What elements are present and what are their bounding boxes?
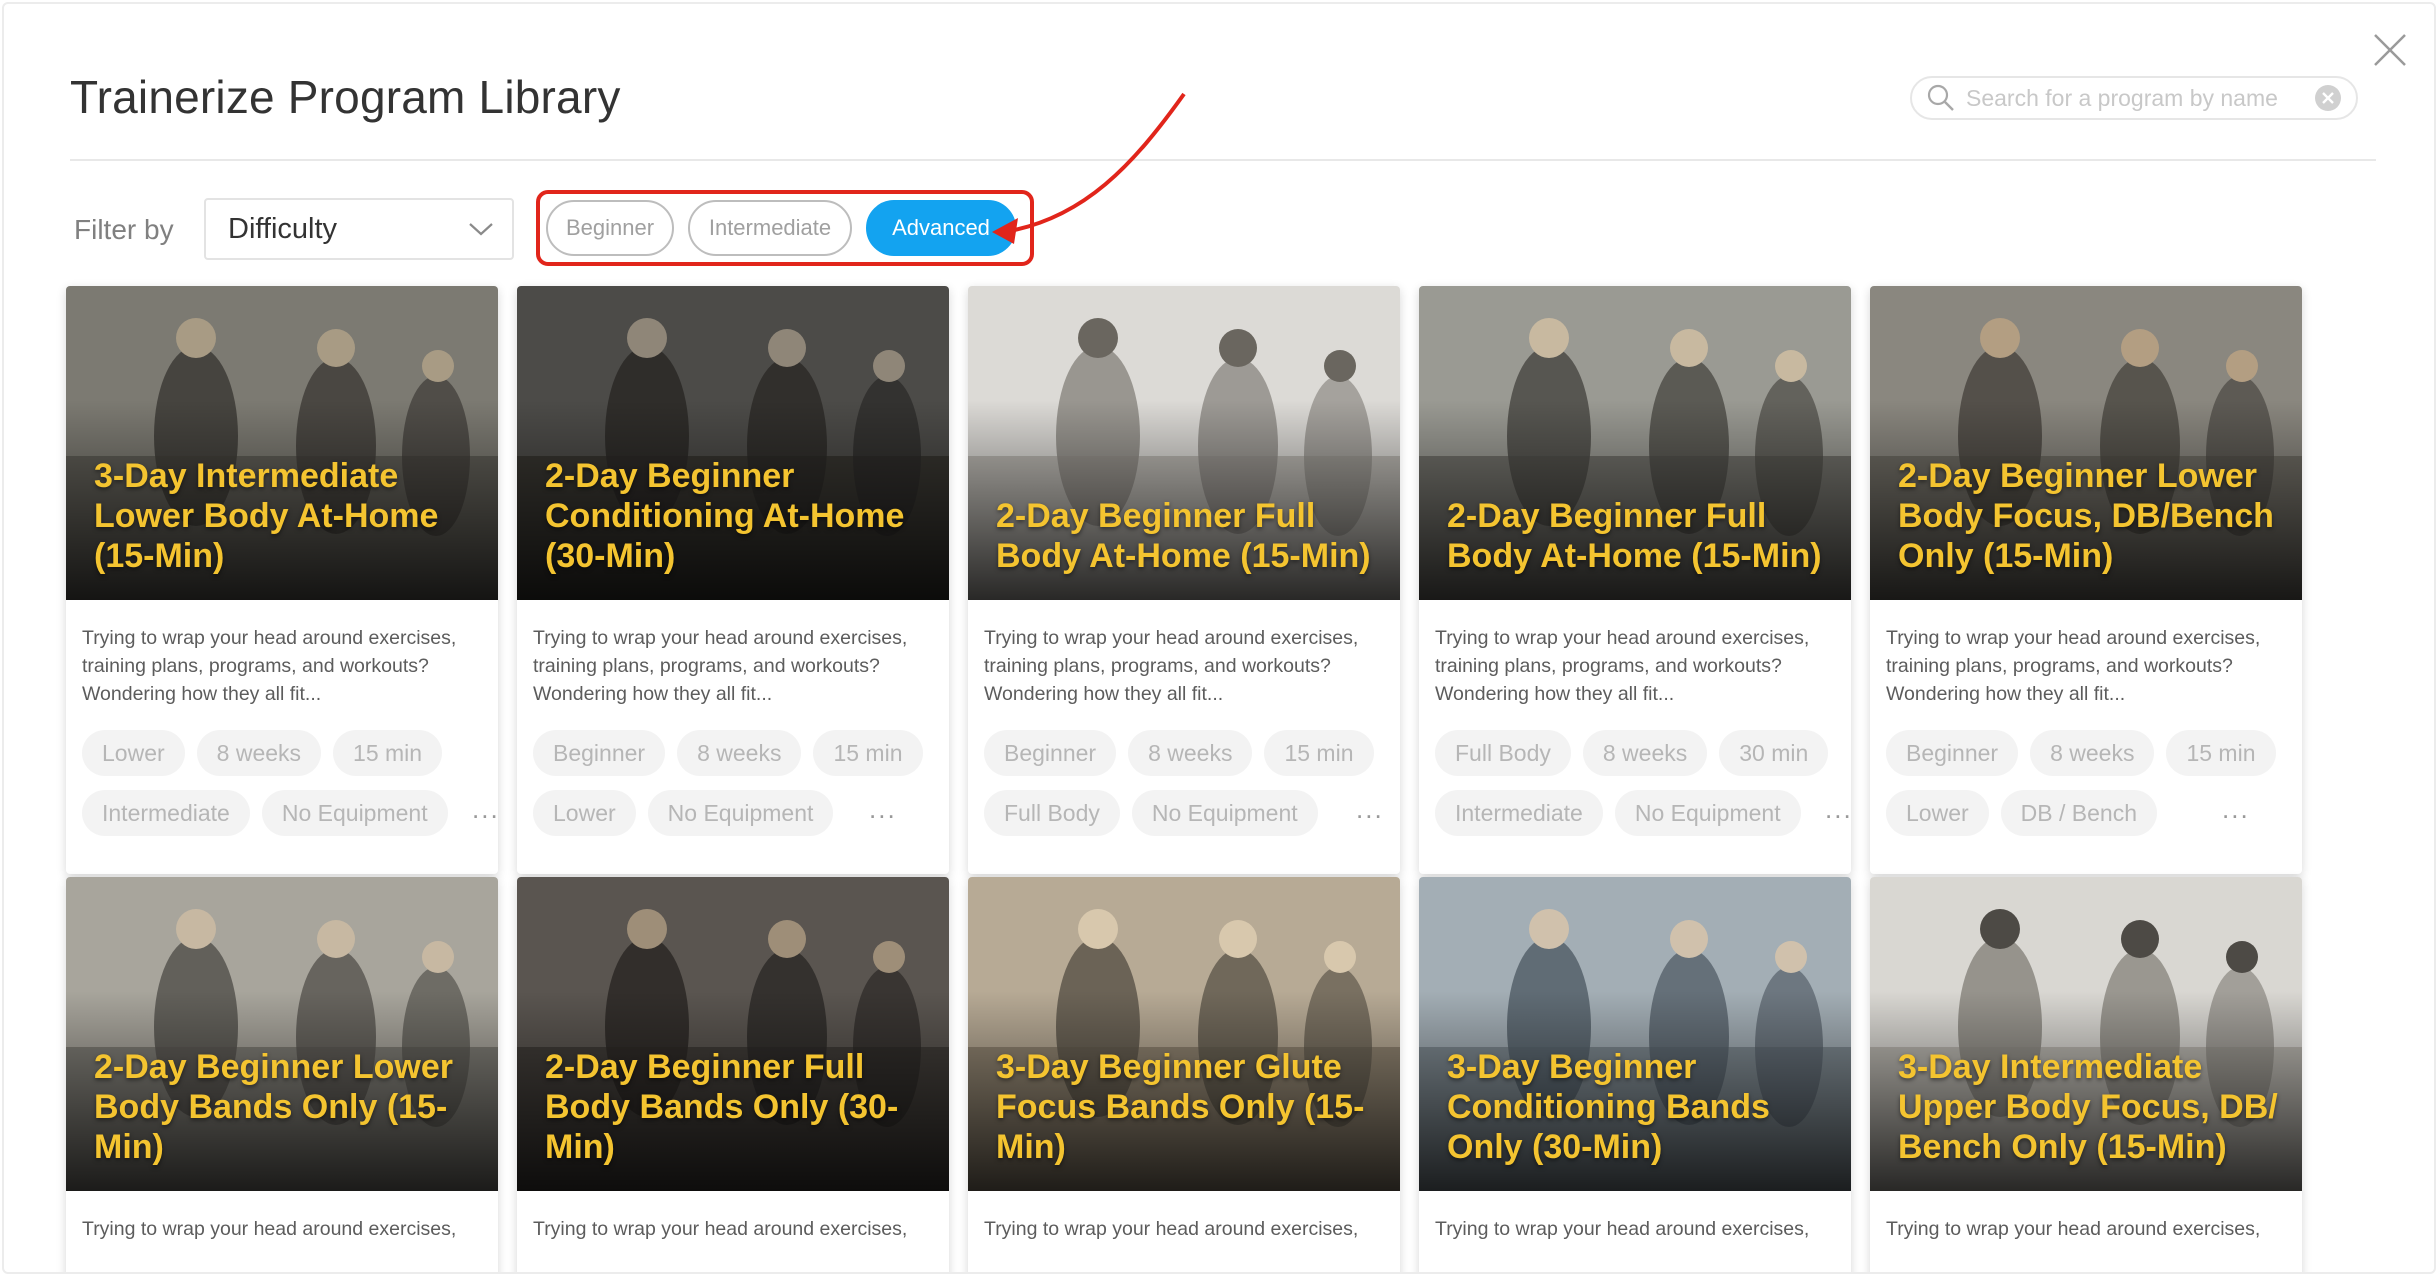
program-image: 3-Day Beginner Conditioning Bands Only (… [1419, 877, 1851, 1191]
more-tags-icon[interactable]: ... [472, 794, 498, 825]
program-description: Trying to wrap your head around exercise… [533, 627, 908, 705]
option-advanced[interactable]: Advanced [866, 200, 1016, 256]
program-tag: Lower [533, 790, 636, 836]
program-card[interactable]: 2-Day Beginner Full Body At-Home (15-Min… [1419, 286, 1851, 874]
program-image: 2-Day Beginner Full Body At-Home (15-Min… [1419, 286, 1851, 600]
program-tag: Lower [82, 730, 185, 776]
program-library-modal: Trainerize Program Library Filter by Dif… [2, 2, 2436, 1274]
search-input[interactable] [1964, 83, 2314, 113]
program-card[interactable]: 2-Day Beginner Conditioning At-Home (30-… [517, 286, 949, 874]
program-tag: 8 weeks [196, 730, 322, 776]
program-tag: Beginner [984, 730, 1117, 776]
header-divider [70, 159, 2376, 161]
program-image: 3-Day Intermediate Upper Body Focus, DB/… [1870, 877, 2302, 1191]
program-tags: Beginner 8 weeks 15 min Full Body No Equipme… [984, 730, 1400, 836]
program-title: 2-Day Beginner Conditioning At-Home (30-… [545, 457, 905, 575]
option-intermediate[interactable]: Intermediate [688, 200, 852, 256]
more-tags-icon[interactable]: ... [1825, 794, 1851, 825]
page-title: Trainerize Program Library [70, 71, 621, 123]
more-tags-icon[interactable]: ... [869, 794, 897, 825]
program-tag: Intermediate [82, 790, 250, 836]
program-title: 2-Day Beginner Lower Body Bands Only (15… [94, 1048, 453, 1166]
program-description: Trying to wrap your head around exercise… [984, 1218, 1359, 1240]
program-tag: No Equipment [647, 790, 834, 836]
search-icon [1927, 84, 1954, 111]
program-tag: 15 min [1264, 730, 1374, 776]
search-box [1910, 76, 2358, 120]
program-tag: 8 weeks [1128, 730, 1253, 776]
program-tag: Intermediate [1435, 790, 1603, 836]
program-title: 3-Day Intermediate Upper Body Focus, DB/… [1898, 1048, 2278, 1166]
program-image: 2-Day Beginner Lower Body Focus, DB/Benc… [1870, 286, 2302, 600]
program-description: Trying to wrap your head around exercise… [1886, 627, 2261, 705]
program-tag: Full Body [1435, 730, 1571, 776]
program-description: Trying to wrap your head around exercise… [1886, 1218, 2261, 1240]
program-description: Trying to wrap your head around exercise… [82, 627, 457, 705]
program-title: 2-Day Beginner Lower Body Focus, DB/Benc… [1898, 457, 2274, 575]
program-card[interactable]: 3-Day Intermediate Upper Body Focus, DB/… [1870, 877, 2302, 1272]
program-tag: No Equipment [261, 790, 448, 836]
program-tag: 8 weeks [677, 730, 802, 776]
program-card[interactable]: 2-Day Beginner Full Body At-Home (15-Min… [968, 286, 1400, 874]
program-description: Trying to wrap your head around exercise… [984, 627, 1359, 705]
program-image: 2-Day Beginner Conditioning At-Home (30-… [517, 286, 949, 600]
program-image: 3-Day Beginner Glute Focus Bands Only (1… [968, 877, 1400, 1191]
program-tag: Beginner [1886, 730, 2019, 776]
program-title: 3-Day Intermediate Lower Body At-Home (1… [94, 457, 439, 575]
program-title: 2-Day Beginner Full Body Bands Only (30-… [545, 1048, 899, 1166]
program-title: 3-Day Beginner Conditioning Bands Only (… [1447, 1048, 1770, 1166]
program-title: 2-Day Beginner Full Body At-Home (15-Min… [1447, 497, 1822, 575]
filter-label: Filter by [74, 214, 174, 245]
program-tag: 15 min [2166, 730, 2276, 776]
program-tag: 8 weeks [1582, 730, 1708, 776]
option-beginner[interactable]: Beginner [546, 200, 674, 256]
program-image: 2-Day Beginner Full Body Bands Only (30-… [517, 877, 949, 1191]
program-image: 2-Day Beginner Lower Body Bands Only (15… [66, 877, 498, 1191]
program-description: Trying to wrap your head around exercise… [82, 1218, 457, 1240]
program-card[interactable]: 2-Day Beginner Lower Body Bands Only (15… [66, 877, 498, 1272]
program-tag: Lower [1886, 790, 1989, 836]
chevron-down-icon [469, 223, 493, 236]
program-tag: Beginner [533, 730, 666, 776]
program-title: 2-Day Beginner Full Body At-Home (15-Min… [996, 497, 1371, 575]
program-tag: DB / Bench [2000, 790, 2157, 836]
program-description: Trying to wrap your head around exercise… [1435, 1218, 1810, 1240]
program-tags: Beginner 8 weeks 15 min Lower DB / Bench... [1886, 730, 2302, 836]
program-tag: Full Body [984, 790, 1120, 836]
program-card[interactable]: 2-Day Beginner Lower Body Focus, DB/Benc… [1870, 286, 2302, 874]
program-card[interactable]: 3-Day Intermediate Lower Body At-Home (1… [66, 286, 498, 874]
program-description: Trying to wrap your head around exercise… [1435, 627, 1810, 705]
difficulty-dropdown[interactable]: Difficulty [204, 198, 514, 260]
program-image: 2-Day Beginner Full Body At-Home (15-Min… [968, 286, 1400, 600]
program-image: 3-Day Intermediate Lower Body At-Home (1… [66, 286, 498, 600]
program-tags: Lower 8 weeks 15 min Intermediate No Equipme… [82, 730, 498, 836]
more-tags-icon[interactable]: ... [2222, 794, 2250, 825]
clear-search-icon[interactable] [2314, 84, 2342, 112]
program-tag: 30 min [1719, 730, 1829, 776]
more-tags-icon[interactable]: ... [1356, 794, 1384, 825]
close-icon[interactable] [2372, 32, 2408, 68]
program-tags: Full Body 8 weeks 30 min Intermediate No Equ… [1435, 730, 1851, 836]
program-tag: 8 weeks [2030, 730, 2155, 776]
program-tags: Beginner 8 weeks 15 min Lower No Equipment..… [533, 730, 949, 836]
program-title: 3-Day Beginner Glute Focus Bands Only (1… [996, 1048, 1365, 1166]
program-tag: No Equipment [1131, 790, 1318, 836]
program-tag: 15 min [333, 730, 443, 776]
program-card[interactable]: 3-Day Beginner Glute Focus Bands Only (1… [968, 877, 1400, 1272]
dropdown-value: Difficulty [228, 212, 338, 245]
program-card[interactable]: 3-Day Beginner Conditioning Bands Only (… [1419, 877, 1851, 1272]
program-description: Trying to wrap your head around exercise… [533, 1218, 908, 1240]
program-card[interactable]: 2-Day Beginner Full Body Bands Only (30-… [517, 877, 949, 1272]
program-tag: No Equipment [1614, 790, 1801, 836]
program-tag: 15 min [813, 730, 923, 776]
